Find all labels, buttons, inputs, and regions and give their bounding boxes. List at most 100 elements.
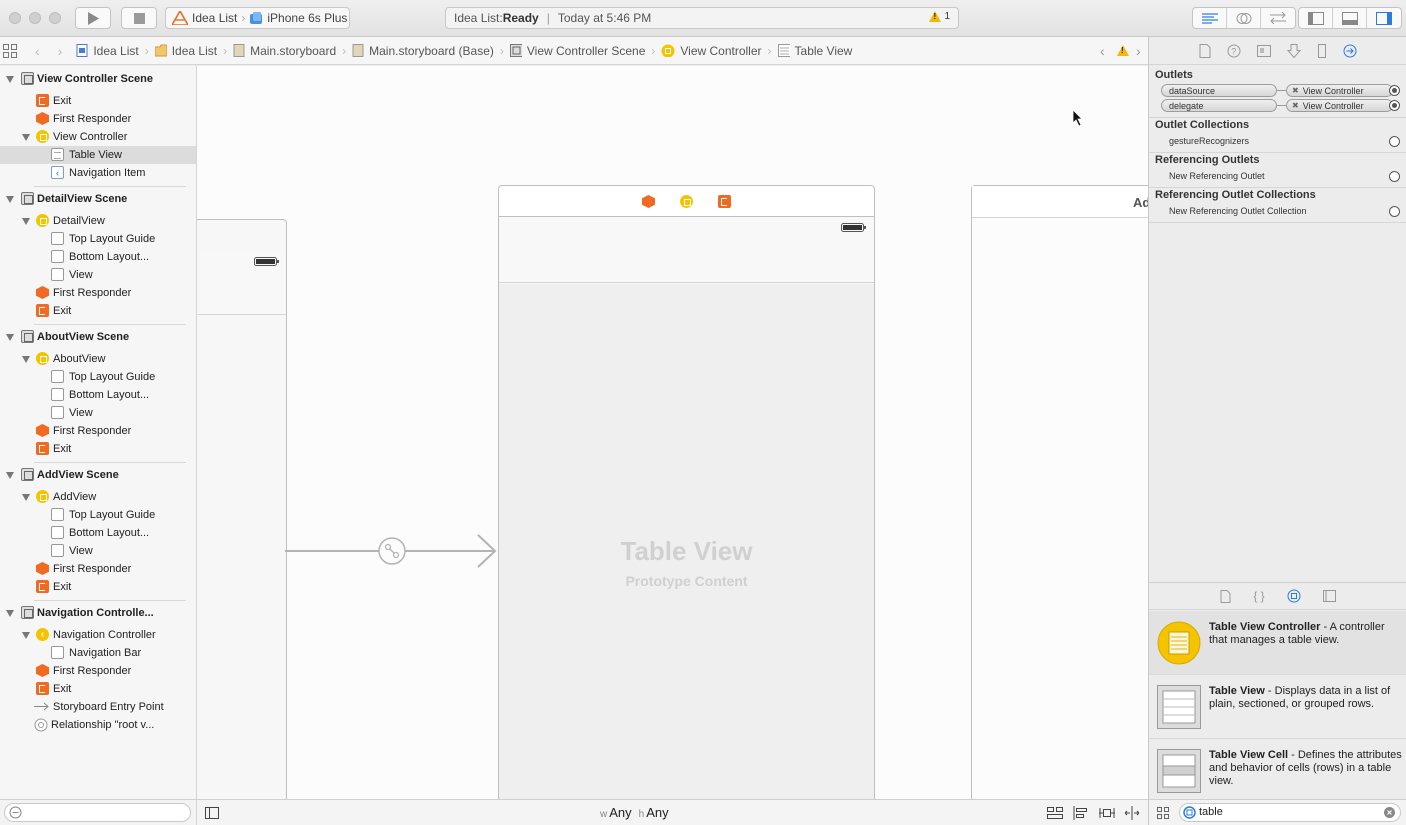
crumb-scene[interactable]: View Controller Scene bbox=[509, 44, 645, 58]
library-item-table-view[interactable]: Table View - Displays data in a list of … bbox=[1149, 675, 1406, 739]
crumb-project[interactable]: Idea List bbox=[76, 44, 139, 58]
first-responder-icon[interactable] bbox=[642, 195, 655, 208]
disclosure-triangle-icon[interactable] bbox=[6, 472, 14, 479]
library-search-input[interactable]: table bbox=[1179, 803, 1401, 822]
identity-inspector-icon[interactable] bbox=[1257, 44, 1271, 57]
crumb-storyboard-base[interactable]: Main.storyboard (Base) bbox=[352, 44, 494, 58]
toggle-utilities-button[interactable] bbox=[1367, 8, 1401, 28]
outline-scene-row[interactable]: AddView Scene bbox=[0, 466, 196, 484]
outline-scene-row[interactable]: AboutView Scene bbox=[0, 328, 196, 346]
pin-icon[interactable] bbox=[1099, 806, 1115, 820]
warning-indicator[interactable]: 1 bbox=[929, 11, 950, 22]
outline-row-selected[interactable]: Table View bbox=[0, 146, 196, 164]
outline-row[interactable]: First Responder bbox=[0, 560, 196, 578]
outlet-connection-circle[interactable] bbox=[1389, 100, 1400, 111]
stop-button[interactable] bbox=[121, 7, 157, 29]
outline-row[interactable]: Exit bbox=[0, 92, 196, 110]
library-item-table-view-cell[interactable]: Table View Cell - Defines the attributes… bbox=[1149, 739, 1406, 803]
previous-issue-icon[interactable]: ‹ bbox=[1100, 43, 1105, 59]
toggle-debug-area-button[interactable] bbox=[1333, 8, 1367, 28]
outline-scene-row[interactable]: Navigation Controlle... bbox=[0, 604, 196, 622]
outline-row[interactable]: ‹ Navigation Item bbox=[0, 164, 196, 182]
code-snippet-icon[interactable]: { } bbox=[1253, 589, 1264, 603]
outline-row[interactable]: Storyboard Entry Point bbox=[0, 698, 196, 716]
outline-row[interactable]: View bbox=[0, 266, 196, 284]
outline-row[interactable]: First Responder bbox=[0, 110, 196, 128]
disclosure-triangle-icon[interactable] bbox=[22, 134, 30, 141]
back-arrow-icon[interactable]: ‹ bbox=[35, 43, 40, 59]
outline-filter-input[interactable] bbox=[4, 803, 191, 822]
related-items-icon[interactable] bbox=[3, 43, 17, 58]
library-item-table-view-controller[interactable]: Table View Controller - A controller tha… bbox=[1149, 611, 1406, 675]
resolve-layout-icon[interactable] bbox=[1125, 806, 1139, 820]
forward-arrow-icon[interactable]: › bbox=[58, 43, 63, 59]
minimize-window-button[interactable] bbox=[29, 12, 41, 24]
next-issue-icon[interactable]: › bbox=[1136, 43, 1141, 59]
add-view-scene[interactable]: Ad bbox=[971, 185, 1148, 799]
standard-editor-button[interactable] bbox=[1193, 8, 1227, 28]
outlet-connection-circle[interactable] bbox=[1389, 171, 1400, 182]
outline-row[interactable]: AboutView bbox=[0, 350, 196, 368]
attributes-inspector-icon[interactable] bbox=[1287, 43, 1301, 58]
outlet-connection-circle[interactable] bbox=[1389, 85, 1400, 96]
outline-row[interactable]: DetailView bbox=[0, 212, 196, 230]
media-library-icon[interactable] bbox=[1322, 590, 1336, 602]
stack-view-icon[interactable] bbox=[1047, 807, 1063, 819]
close-window-button[interactable] bbox=[9, 12, 21, 24]
outline-row[interactable]: Top Layout Guide bbox=[0, 368, 196, 386]
zoom-window-button[interactable] bbox=[49, 12, 61, 24]
clear-search-icon[interactable] bbox=[1384, 807, 1395, 818]
outline-row[interactable]: Exit bbox=[0, 302, 196, 320]
toggle-navigator-button[interactable] bbox=[1299, 8, 1333, 28]
crumb-group[interactable]: Idea List bbox=[154, 44, 217, 58]
version-editor-button[interactable] bbox=[1261, 8, 1295, 28]
outlet-target-pill[interactable]: ✖ View Controller bbox=[1286, 99, 1393, 112]
table-view[interactable]: Table View Prototype Content bbox=[499, 284, 874, 799]
outline-row[interactable]: View Controller bbox=[0, 128, 196, 146]
scheme-selector[interactable]: Idea List › iPhone 6s Plus bbox=[165, 7, 350, 29]
disclosure-triangle-icon[interactable] bbox=[6, 610, 14, 617]
outline-row[interactable]: Navigation Bar bbox=[0, 644, 196, 662]
assistant-editor-button[interactable] bbox=[1227, 8, 1261, 28]
outline-scene-row[interactable]: View Controller Scene bbox=[0, 70, 196, 88]
exit-icon[interactable] bbox=[718, 195, 731, 208]
run-button[interactable] bbox=[75, 7, 111, 29]
crumb-storyboard[interactable]: Main.storyboard bbox=[233, 44, 336, 58]
disclosure-triangle-icon[interactable] bbox=[6, 334, 14, 341]
outline-scene-row[interactable]: DetailView Scene bbox=[0, 190, 196, 208]
crumb-table-view[interactable]: Table View bbox=[777, 44, 852, 58]
outline-row[interactable]: Exit bbox=[0, 578, 196, 596]
connections-inspector-icon[interactable] bbox=[1343, 44, 1357, 58]
align-icon[interactable] bbox=[1073, 806, 1088, 820]
outline-row[interactable]: AddView bbox=[0, 488, 196, 506]
disclosure-triangle-icon[interactable] bbox=[6, 196, 14, 203]
outline-row[interactable]: Top Layout Guide bbox=[0, 506, 196, 524]
quick-help-icon[interactable]: ? bbox=[1227, 44, 1241, 58]
outline-row[interactable]: Bottom Layout... bbox=[0, 386, 196, 404]
outlet-target-pill[interactable]: ✖ View Controller bbox=[1286, 84, 1393, 97]
outline-row[interactable]: Bottom Layout... bbox=[0, 524, 196, 542]
remove-connection-icon[interactable]: ✖ bbox=[1292, 86, 1299, 95]
outline-row[interactable]: First Responder bbox=[0, 662, 196, 680]
disclosure-triangle-icon[interactable] bbox=[22, 632, 30, 639]
relationship-segue-arrow[interactable] bbox=[285, 532, 499, 572]
crumb-view-controller[interactable]: View Controller bbox=[661, 44, 762, 58]
navigation-controller-scene[interactable] bbox=[197, 219, 287, 799]
outline-row[interactable]: Top Layout Guide bbox=[0, 230, 196, 248]
outline-row[interactable]: ‹ Navigation Controller bbox=[0, 626, 196, 644]
outline-row[interactable]: Exit bbox=[0, 680, 196, 698]
outline-row[interactable]: View bbox=[0, 542, 196, 560]
issue-warning-icon[interactable] bbox=[1117, 45, 1129, 56]
outline-row[interactable]: First Responder bbox=[0, 284, 196, 302]
outline-row[interactable]: Bottom Layout... bbox=[0, 248, 196, 266]
outline-row[interactable]: Relationship "root v... bbox=[0, 716, 196, 734]
view-controller-icon[interactable] bbox=[680, 195, 693, 208]
view-controller-scene[interactable]: Table View Prototype Content bbox=[498, 216, 875, 799]
disclosure-triangle-icon[interactable] bbox=[22, 356, 30, 363]
object-library-icon[interactable] bbox=[1287, 589, 1301, 603]
outlet-connection-circle[interactable] bbox=[1389, 136, 1400, 147]
grid-view-icon[interactable] bbox=[1157, 807, 1169, 819]
toggle-outline-icon[interactable] bbox=[205, 807, 219, 819]
outline-row[interactable]: View bbox=[0, 404, 196, 422]
size-class-control[interactable]: w Any h Any bbox=[600, 805, 669, 820]
